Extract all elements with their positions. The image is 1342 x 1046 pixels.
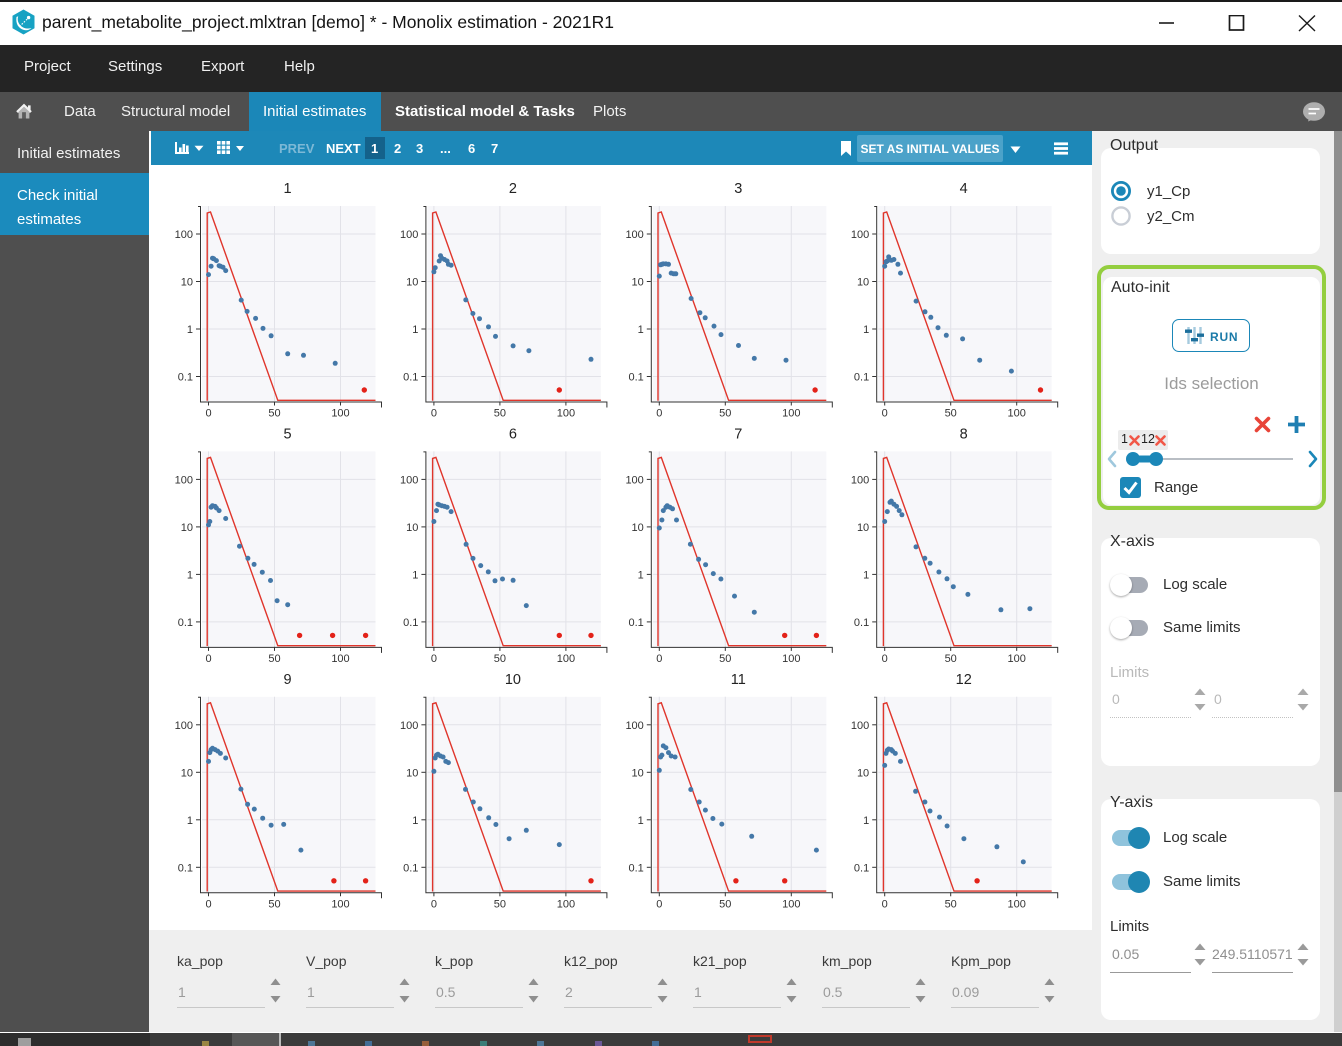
svg-text:50: 50 <box>719 898 731 910</box>
svg-text:8: 8 <box>960 426 968 442</box>
svg-text:50: 50 <box>268 898 280 910</box>
svg-text:10: 10 <box>632 522 644 534</box>
svg-text:1: 1 <box>863 815 869 827</box>
svg-text:0: 0 <box>205 653 211 665</box>
svg-text:0: 0 <box>205 408 211 420</box>
svg-text:10: 10 <box>406 277 418 289</box>
svg-text:100: 100 <box>625 720 643 732</box>
svg-text:100: 100 <box>400 229 418 241</box>
svg-text:10: 10 <box>181 767 193 779</box>
svg-text:0.1: 0.1 <box>629 372 644 384</box>
svg-text:9: 9 <box>283 672 291 688</box>
svg-text:100: 100 <box>1008 653 1026 665</box>
svg-text:100: 100 <box>625 474 643 486</box>
svg-text:100: 100 <box>1008 408 1026 420</box>
svg-text:100: 100 <box>851 720 869 732</box>
svg-text:10: 10 <box>505 672 521 688</box>
svg-text:50: 50 <box>719 653 731 665</box>
svg-text:10: 10 <box>406 522 418 534</box>
svg-text:1: 1 <box>412 569 418 581</box>
svg-text:12: 12 <box>956 672 972 688</box>
svg-text:100: 100 <box>851 474 869 486</box>
svg-text:1: 1 <box>283 181 291 197</box>
svg-text:0: 0 <box>205 898 211 910</box>
svg-text:100: 100 <box>400 720 418 732</box>
svg-text:2: 2 <box>509 181 517 197</box>
svg-text:100: 100 <box>175 720 193 732</box>
svg-text:1: 1 <box>863 324 869 336</box>
svg-text:6: 6 <box>509 426 517 442</box>
svg-text:1: 1 <box>638 569 644 581</box>
svg-text:0.1: 0.1 <box>178 617 193 629</box>
svg-text:0: 0 <box>656 408 662 420</box>
svg-text:4: 4 <box>960 181 968 197</box>
svg-text:50: 50 <box>494 408 506 420</box>
svg-text:50: 50 <box>945 898 957 910</box>
svg-text:1: 1 <box>187 569 193 581</box>
svg-text:0.1: 0.1 <box>854 372 869 384</box>
svg-text:1: 1 <box>187 324 193 336</box>
svg-text:3: 3 <box>734 181 742 197</box>
svg-text:0: 0 <box>431 408 437 420</box>
svg-text:10: 10 <box>632 277 644 289</box>
svg-text:0.1: 0.1 <box>403 372 418 384</box>
svg-text:100: 100 <box>175 229 193 241</box>
svg-text:1: 1 <box>412 324 418 336</box>
svg-text:1: 1 <box>638 815 644 827</box>
svg-text:1: 1 <box>187 815 193 827</box>
svg-text:10: 10 <box>857 767 869 779</box>
svg-text:100: 100 <box>331 653 349 665</box>
svg-text:0: 0 <box>882 653 888 665</box>
svg-text:10: 10 <box>632 767 644 779</box>
svg-text:100: 100 <box>557 408 575 420</box>
svg-text:0.1: 0.1 <box>629 617 644 629</box>
svg-text:100: 100 <box>782 653 800 665</box>
svg-text:100: 100 <box>175 474 193 486</box>
svg-text:10: 10 <box>406 767 418 779</box>
svg-text:10: 10 <box>181 277 193 289</box>
svg-text:100: 100 <box>331 898 349 910</box>
svg-text:50: 50 <box>945 408 957 420</box>
svg-text:10: 10 <box>181 522 193 534</box>
svg-text:0: 0 <box>882 408 888 420</box>
svg-text:7: 7 <box>734 426 742 442</box>
svg-text:100: 100 <box>625 229 643 241</box>
svg-text:11: 11 <box>731 672 746 688</box>
svg-text:0.1: 0.1 <box>403 617 418 629</box>
svg-text:0: 0 <box>431 898 437 910</box>
svg-text:50: 50 <box>268 408 280 420</box>
svg-text:50: 50 <box>945 653 957 665</box>
svg-text:50: 50 <box>719 408 731 420</box>
svg-text:100: 100 <box>782 898 800 910</box>
svg-text:50: 50 <box>494 653 506 665</box>
svg-text:0: 0 <box>656 898 662 910</box>
svg-text:0.1: 0.1 <box>178 372 193 384</box>
svg-text:0.1: 0.1 <box>629 862 644 874</box>
svg-text:0.1: 0.1 <box>854 617 869 629</box>
svg-text:100: 100 <box>331 408 349 420</box>
svg-text:0: 0 <box>431 653 437 665</box>
svg-text:0.1: 0.1 <box>178 862 193 874</box>
svg-text:50: 50 <box>268 653 280 665</box>
svg-text:100: 100 <box>851 229 869 241</box>
svg-text:100: 100 <box>782 408 800 420</box>
svg-text:100: 100 <box>1008 898 1026 910</box>
svg-text:10: 10 <box>857 522 869 534</box>
svg-text:0.1: 0.1 <box>854 862 869 874</box>
svg-text:0: 0 <box>882 898 888 910</box>
svg-text:0: 0 <box>656 653 662 665</box>
svg-text:1: 1 <box>412 815 418 827</box>
svg-text:50: 50 <box>494 898 506 910</box>
svg-text:100: 100 <box>400 474 418 486</box>
svg-text:5: 5 <box>283 426 291 442</box>
svg-text:100: 100 <box>557 653 575 665</box>
svg-text:1: 1 <box>638 324 644 336</box>
svg-text:10: 10 <box>857 277 869 289</box>
svg-text:0.1: 0.1 <box>403 862 418 874</box>
svg-text:1: 1 <box>863 569 869 581</box>
svg-text:100: 100 <box>557 898 575 910</box>
